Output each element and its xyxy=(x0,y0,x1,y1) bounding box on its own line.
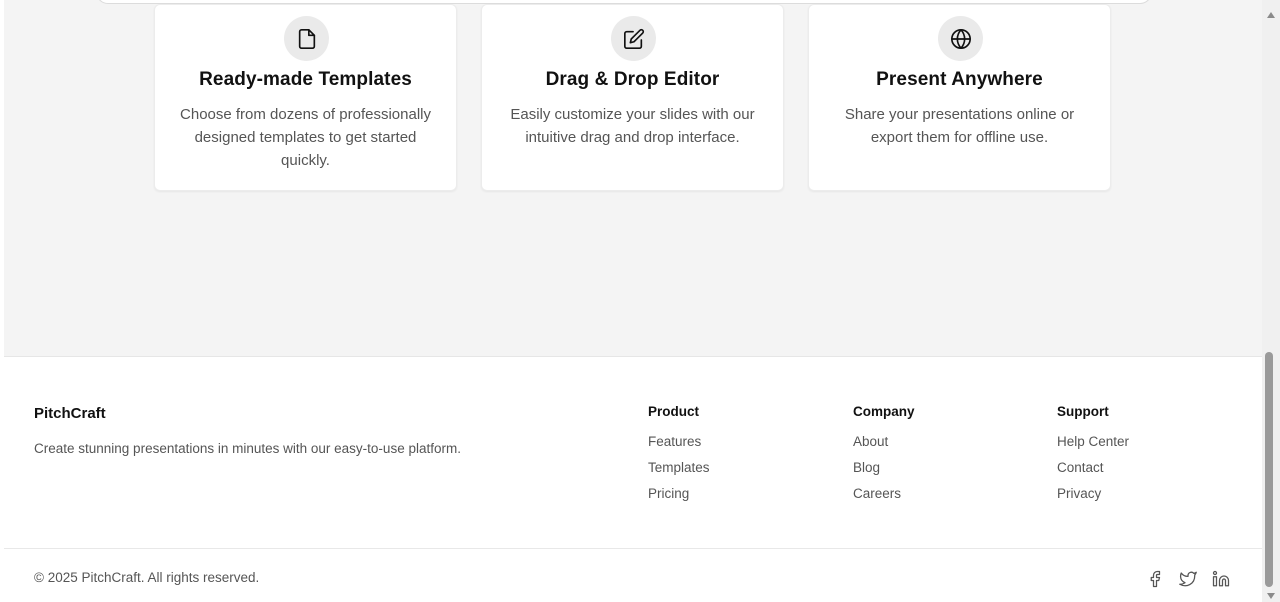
feature-description: Share your presentations online or expor… xyxy=(844,106,1075,146)
scroll-up-arrow-icon[interactable] xyxy=(1267,12,1275,18)
globe-icon xyxy=(938,16,983,61)
feature-card-templates: Ready-made Templates Choose from dozens … xyxy=(154,4,457,191)
footer-link-templates[interactable]: Templates xyxy=(648,456,710,482)
feature-card-editor: Drag & Drop Editor Easily customize your… xyxy=(481,4,784,191)
feature-title: Present Anywhere xyxy=(876,69,1043,90)
footer-column-title: Company xyxy=(853,404,915,419)
footer-link-pricing[interactable]: Pricing xyxy=(648,482,710,508)
features-section: Ready-made Templates Choose from dozens … xyxy=(4,0,1262,357)
footer-link-blog[interactable]: Blog xyxy=(853,456,915,482)
vertical-scrollbar[interactable] xyxy=(1262,0,1280,602)
footer-column-product: Product Features Templates Pricing xyxy=(648,404,710,508)
footer-link-help-center[interactable]: Help Center xyxy=(1057,430,1129,456)
footer-column-support: Support Help Center Contact Privacy xyxy=(1057,404,1129,508)
linkedin-icon[interactable] xyxy=(1210,568,1232,590)
footer-link-careers[interactable]: Careers xyxy=(853,482,915,508)
page: Ready-made Templates Choose from dozens … xyxy=(4,0,1262,602)
file-icon xyxy=(284,16,329,61)
site-footer: PitchCraft Create stunning presentations… xyxy=(4,358,1262,602)
footer-link-contact[interactable]: Contact xyxy=(1057,456,1129,482)
footer-link-about[interactable]: About xyxy=(853,430,915,456)
facebook-icon[interactable] xyxy=(1144,568,1166,590)
feature-title: Drag & Drop Editor xyxy=(545,69,720,90)
footer-link-features[interactable]: Features xyxy=(648,430,710,456)
twitter-icon[interactable] xyxy=(1177,568,1199,590)
copyright-text: © 2025 PitchCraft. All rights reserved. xyxy=(34,570,260,585)
scroll-down-arrow-icon[interactable] xyxy=(1267,593,1275,599)
footer-column-title: Product xyxy=(648,404,700,419)
feature-title: Ready-made Templates xyxy=(199,69,412,90)
footer-divider xyxy=(4,548,1262,549)
feature-description: Easily customize your slides with our in… xyxy=(510,106,755,146)
edit-icon xyxy=(611,16,656,61)
footer-column-company: Company About Blog Careers xyxy=(853,404,915,508)
footer-tagline: Create stunning presentations in minutes… xyxy=(34,441,461,456)
footer-link-privacy[interactable]: Privacy xyxy=(1057,482,1129,508)
feature-description: Choose from dozens of professionally des… xyxy=(180,106,431,169)
footer-column-title: Support xyxy=(1057,404,1109,419)
feature-card-present: Present Anywhere Share your presentation… xyxy=(808,4,1111,191)
scrollbar-thumb[interactable] xyxy=(1265,352,1273,587)
footer-brand: PitchCraft xyxy=(34,405,106,422)
